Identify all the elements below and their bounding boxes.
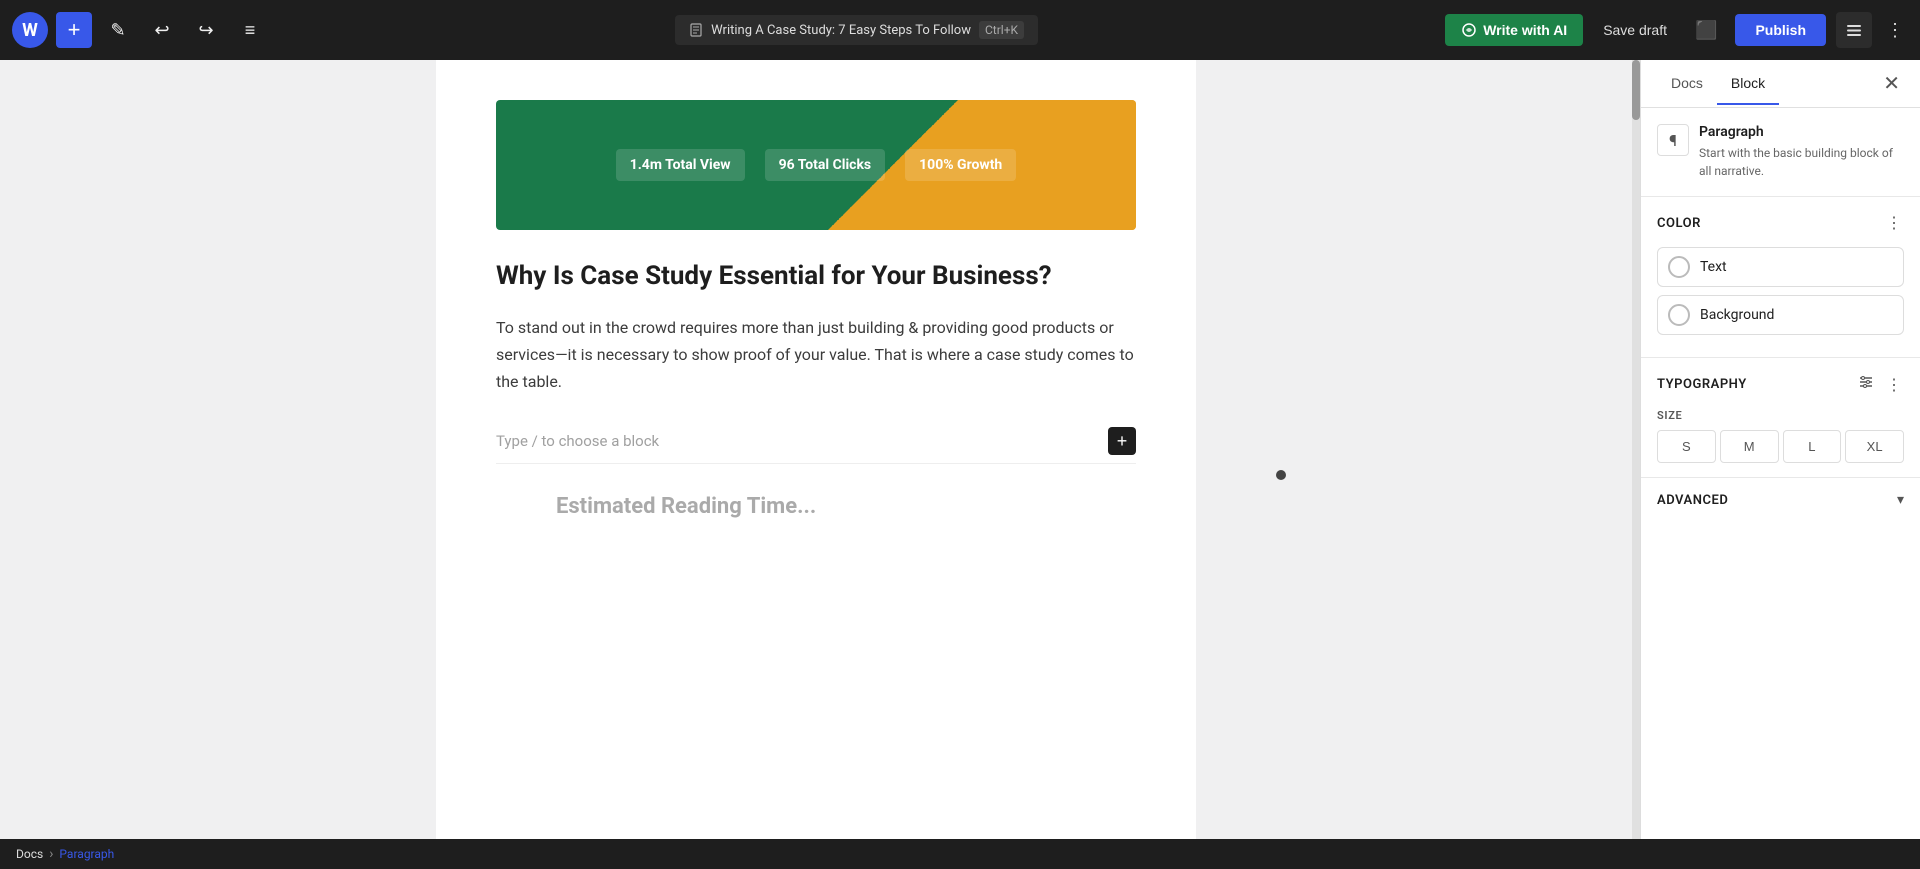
add-icon: + <box>68 17 81 43</box>
toolbar: W + ✎ ↩ ↪ ≡ Writing A Case Study: 7 Easy… <box>0 0 1920 60</box>
metric-card-2: 96 Total Clicks <box>765 149 886 181</box>
toolbar-right: Write with AI Save draft ⬛ Publish ⋮ <box>1445 12 1908 48</box>
breadcrumb: Docs › Paragraph <box>0 839 1920 869</box>
text-color-circle <box>1668 256 1690 278</box>
close-icon: ✕ <box>1883 73 1900 95</box>
doc-title-area[interactable]: Writing A Case Study: 7 Easy Steps To Fo… <box>675 15 1038 45</box>
panel-tabs: Docs Block <box>1657 63 1779 105</box>
publish-button[interactable]: Publish <box>1735 14 1826 46</box>
color-options-icon: ⋮ <box>1886 215 1902 232</box>
save-draft-label: Save draft <box>1603 22 1667 38</box>
right-panel: Docs Block ✕ ¶ Paragraph Start with the … <box>1640 60 1920 839</box>
ai-icon <box>1461 22 1477 38</box>
size-options: S M L XL <box>1657 430 1904 463</box>
typography-section: Typography ⋮ <box>1641 358 1920 478</box>
view-icon: ⬛ <box>1695 20 1717 40</box>
breadcrumb-current: Paragraph <box>59 847 114 861</box>
breadcrumb-docs-link[interactable]: Docs <box>16 847 43 861</box>
block-info-text: Paragraph Start with the basic building … <box>1699 124 1904 180</box>
metric-card-3: 100% Growth <box>905 149 1016 181</box>
typography-header: Typography ⋮ <box>1657 372 1904 397</box>
save-draft-button[interactable]: Save draft <box>1593 16 1677 44</box>
write-ai-label: Write with AI <box>1483 22 1567 38</box>
metric-val-3: 100% Growth <box>919 157 1002 173</box>
tab-block-label: Block <box>1731 75 1765 91</box>
editor-scrollbar[interactable] <box>1632 60 1640 839</box>
edit-icon: ✎ <box>110 20 125 41</box>
tab-docs-label: Docs <box>1671 75 1703 91</box>
size-adjust-button[interactable] <box>1852 372 1880 397</box>
more-icon: ⋮ <box>1886 20 1904 40</box>
block-info: ¶ Paragraph Start with the basic buildin… <box>1641 108 1920 197</box>
wp-logo[interactable]: W <box>12 12 48 48</box>
paragraph-icon: ¶ <box>1669 131 1677 150</box>
panel-close-button[interactable]: ✕ <box>1879 67 1904 100</box>
bg-color-circle <box>1668 304 1690 326</box>
size-m-button[interactable]: M <box>1720 430 1779 463</box>
more-options-button[interactable]: ⋮ <box>1882 16 1908 45</box>
color-section: Color ⋮ Text Background <box>1641 197 1920 358</box>
scrollbar-thumb <box>1632 60 1640 120</box>
add-inline-icon: + <box>1117 431 1128 452</box>
edit-button[interactable]: ✎ <box>100 12 136 48</box>
editor-area[interactable]: 1.4m Total View 96 Total Clicks 100% Gro… <box>0 60 1632 839</box>
size-xl-button[interactable]: XL <box>1845 430 1904 463</box>
metric-val-1: 1.4m Total View <box>630 157 731 173</box>
color-section-header: Color ⋮ <box>1657 211 1904 235</box>
list-icon: ≡ <box>245 20 256 41</box>
settings-icon <box>1846 22 1862 38</box>
featured-image: 1.4m Total View 96 Total Clicks 100% Gro… <box>496 100 1136 230</box>
publish-label: Publish <box>1755 22 1806 38</box>
typography-options-icon: ⋮ <box>1886 377 1902 394</box>
metric-card-1: 1.4m Total View <box>616 149 745 181</box>
article-paragraph: To stand out in the crowd requires more … <box>496 314 1136 396</box>
advanced-title: Advanced <box>1657 493 1728 508</box>
block-placeholder[interactable]: Type / to choose a block + <box>496 419 1136 463</box>
doc-title: Writing A Case Study: 7 Easy Steps To Fo… <box>711 23 971 38</box>
block-type-icon: ¶ <box>1657 124 1689 156</box>
undo-button[interactable]: ↩ <box>144 12 180 48</box>
placeholder-text: Type / to choose a block <box>496 432 659 450</box>
doc-icon <box>689 23 703 37</box>
tab-block[interactable]: Block <box>1717 63 1779 105</box>
editor-content: 1.4m Total View 96 Total Clicks 100% Gro… <box>436 60 1196 839</box>
typography-options-button[interactable]: ⋮ <box>1884 373 1904 397</box>
page-bottom-section: Estimated Reading Time... <box>496 463 1136 539</box>
add-block-toolbar-button[interactable]: + <box>56 12 92 48</box>
size-s-button[interactable]: S <box>1657 430 1716 463</box>
color-options-button[interactable]: ⋮ <box>1884 211 1904 235</box>
settings-button[interactable] <box>1836 12 1872 48</box>
article-heading: Why Is Case Study Essential for Your Bus… <box>496 260 1136 294</box>
redo-icon: ↪ <box>198 20 213 41</box>
chevron-down-icon: ▾ <box>1897 492 1904 508</box>
size-adjust-icon <box>1858 374 1874 390</box>
write-ai-button[interactable]: Write with AI <box>1445 14 1583 46</box>
shortcut-badge: Ctrl+K <box>979 21 1024 39</box>
add-block-inline-button[interactable]: + <box>1108 427 1136 455</box>
tab-docs[interactable]: Docs <box>1657 63 1717 105</box>
image-overlay: 1.4m Total View 96 Total Clicks 100% Gro… <box>596 129 1037 201</box>
undo-icon: ↩ <box>154 20 169 41</box>
bg-color-label: Background <box>1700 307 1774 323</box>
view-button[interactable]: ⬛ <box>1687 16 1725 45</box>
wp-logo-text: W <box>22 20 38 41</box>
color-section-title: Color <box>1657 216 1701 231</box>
panel-header: Docs Block ✕ <box>1641 60 1920 108</box>
text-color-label: Text <box>1700 259 1727 275</box>
redo-button[interactable]: ↪ <box>188 12 224 48</box>
breadcrumb-separator: › <box>49 846 53 862</box>
background-color-option[interactable]: Background <box>1657 295 1904 335</box>
advanced-section: Advanced ▾ <box>1641 478 1920 522</box>
main-layout: 1.4m Total View 96 Total Clicks 100% Gro… <box>0 60 1920 839</box>
block-name: Paragraph <box>1699 124 1904 140</box>
typography-title: Typography <box>1657 377 1747 392</box>
size-l-button[interactable]: L <box>1783 430 1842 463</box>
size-label-text: SIZE <box>1657 409 1904 422</box>
block-description: Start with the basic building block of a… <box>1699 144 1904 180</box>
list-view-button[interactable]: ≡ <box>232 12 268 48</box>
advanced-header[interactable]: Advanced ▾ <box>1657 492 1904 508</box>
metric-val-2: 96 Total Clicks <box>779 157 872 173</box>
bottom-heading: Estimated Reading Time... <box>556 494 1076 519</box>
text-color-option[interactable]: Text <box>1657 247 1904 287</box>
